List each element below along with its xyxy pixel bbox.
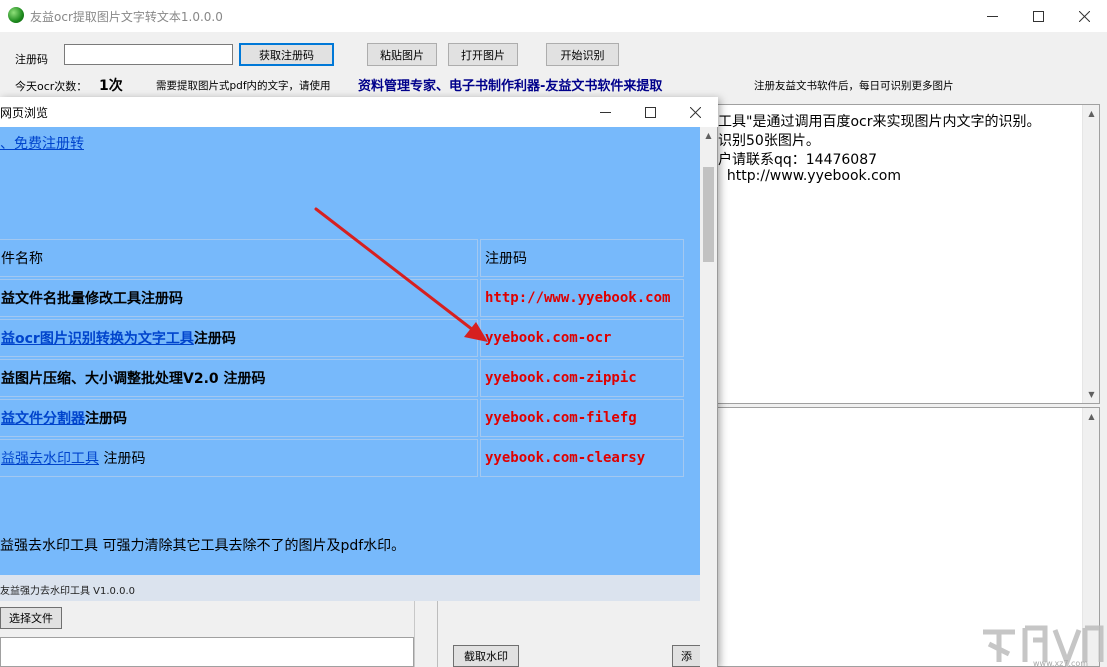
software-name-cell: 益图片压缩、大小调整批处理V2.0 注册码 [0,359,478,397]
app-logo-icon [8,7,24,23]
software-name: 益文件名批量修改工具注册码 [1,291,183,307]
get-reg-code-button[interactable]: 获取注册码 [239,43,334,66]
embedded-splitter [437,601,438,667]
browse-scrollbar[interactable]: ▲ [700,127,717,667]
close-button[interactable] [1061,0,1107,32]
info-line: 户请联系qq：14476087 [718,152,878,168]
software-name-cell: 益文件名批量修改工具注册码 [0,279,478,317]
software-name-suffix: 注册码 [193,331,236,347]
browse-minimize-button[interactable] [582,97,628,127]
reg-code-cell[interactable]: yyebook.com-clearsy [480,439,684,477]
embedded-tool-screenshot: 友益强力去水印工具 V1.0.0.0 选择文件 截取水印 添 [0,575,700,667]
maximize-icon [1032,10,1044,22]
maximize-button[interactable] [1015,0,1061,32]
maximize-icon [644,106,656,118]
svg-text:www.xz7.com: www.xz7.com [1033,659,1088,667]
software-link[interactable]: 益ocr图片识别转换为文字工具 [1,331,194,347]
info-url-line: http://www.yyebook.com [718,168,901,184]
browse-window: 网页浏览 、免费注册转 件名称 注册码 益文件名批量修改工具注册码 http:/… [0,97,718,667]
table-row: 益图片压缩、大小调整批处理V2.0 注册码 yyebook.com-zippic [0,359,684,397]
software-name-cell: 益文件分割器注册码 [0,399,478,437]
browse-title-bar: 网页浏览 [0,97,718,127]
extract-watermark-button[interactable]: 截取水印 [453,645,519,667]
browse-window-title: 网页浏览 [0,106,49,120]
software-name-cell: 益强去水印工具 注册码 [0,439,478,477]
software-name-cell: 益ocr图片识别转换为文字工具注册码 [0,319,478,357]
site-watermark-logo: www.xz7.com [983,625,1104,667]
reg-code-cell[interactable]: yyebook.com-ocr [480,319,684,357]
info-line: 识别50张图片。 [718,133,820,149]
software-name-suffix: 注册码 [99,451,146,467]
embedded-window-title: 友益强力去水印工具 V1.0.0.0 [0,586,136,597]
browse-maximize-button[interactable] [627,97,673,127]
browse-web-content: 、免费注册转 件名称 注册码 益文件名批量修改工具注册码 http://www.… [0,127,700,667]
open-image-button[interactable]: 打开图片 [448,43,518,66]
software-name-suffix: 注册码 [85,411,127,427]
reg-code-cell[interactable]: yyebook.com-zippic [480,359,684,397]
scroll-down-icon[interactable]: ▼ [1083,386,1100,403]
reg-code-input[interactable] [64,44,233,65]
scroll-up-icon[interactable]: ▲ [1083,408,1100,425]
reg-code-label: 注册码 [15,53,48,66]
header-software-name: 件名称 [0,239,478,277]
today-count-value: 1次 [99,78,123,94]
register-hint-text: 注册友益文书软件后，每日可识别更多图片 [754,80,954,92]
wenshu-software-link[interactable]: 资料管理专家、电子书制作利器-友益文书软件来提取 [358,75,662,94]
pdf-hint-text: 需要提取图片式pdf内的文字，请使用 [156,80,331,92]
title-bar: 友益ocr提取图片文字转文本1.0.0.0 [0,0,1107,32]
reg-code-cell[interactable]: http://www.yyebook.com [480,279,684,317]
close-icon [1078,10,1090,22]
minimize-icon [599,111,611,113]
browse-close-button[interactable] [672,97,718,127]
table-row: 益ocr图片识别转换为文字工具注册码 yyebook.com-ocr [0,319,684,357]
software-link[interactable]: 益文件分割器 [1,411,85,427]
embedded-scrollbar [414,601,437,667]
software-link[interactable]: 益强去水印工具 [1,451,99,467]
scroll-up-icon[interactable]: ▲ [1083,105,1100,122]
minimize-icon [986,15,998,17]
embedded-file-list [0,637,414,667]
info-panel-scrollbar[interactable]: ▲ ▼ [1082,105,1099,403]
table-header-row: 件名称 注册码 [0,239,684,277]
main-window: 友益ocr提取图片文字转文本1.0.0.0 注册码 获取注册码 粘贴图片 打开图… [0,0,1107,667]
header-reg-code: 注册码 [480,239,684,277]
select-file-button[interactable]: 选择文件 [0,607,62,629]
add-button[interactable]: 添 [672,645,700,667]
table-row: 益文件名批量修改工具注册码 http://www.yyebook.com [0,279,684,317]
browse-scroll-thumb[interactable] [703,167,714,262]
table-row: 益文件分割器注册码 yyebook.com-filefg [0,399,684,437]
info-line: 工具"是通过调用百度ocr来实现图片内文字的识别。 [718,114,1041,130]
window-edge [1100,32,1107,667]
minimize-button[interactable] [969,0,1015,32]
info-text-panel[interactable]: 工具"是通过调用百度ocr来实现图片内文字的识别。 识别50张图片。 户请联系q… [707,104,1100,404]
today-count-label: 今天ocr次数： [15,80,88,93]
free-register-link[interactable]: 、免费注册转 [0,133,84,153]
reg-code-cell[interactable]: yyebook.com-filefg [480,399,684,437]
paste-image-button[interactable]: 粘贴图片 [367,43,437,66]
reg-code-table: 件名称 注册码 益文件名批量修改工具注册码 http://www.yyebook… [0,237,686,479]
window-title: 友益ocr提取图片文字转文本1.0.0.0 [30,10,223,24]
embedded-title-bar: 友益强力去水印工具 V1.0.0.0 [0,575,700,601]
scroll-up-icon[interactable]: ▲ [700,127,717,144]
software-name: 益图片压缩、大小调整批处理V2.0 注册码 [1,371,266,387]
close-icon [689,106,701,118]
watermark-tool-description: 益强去水印工具 可强力清除其它工具去除不了的图片及pdf水印。 [0,538,406,554]
table-row: 益强去水印工具 注册码 yyebook.com-clearsy [0,439,684,477]
start-ocr-button[interactable]: 开始识别 [546,43,619,66]
